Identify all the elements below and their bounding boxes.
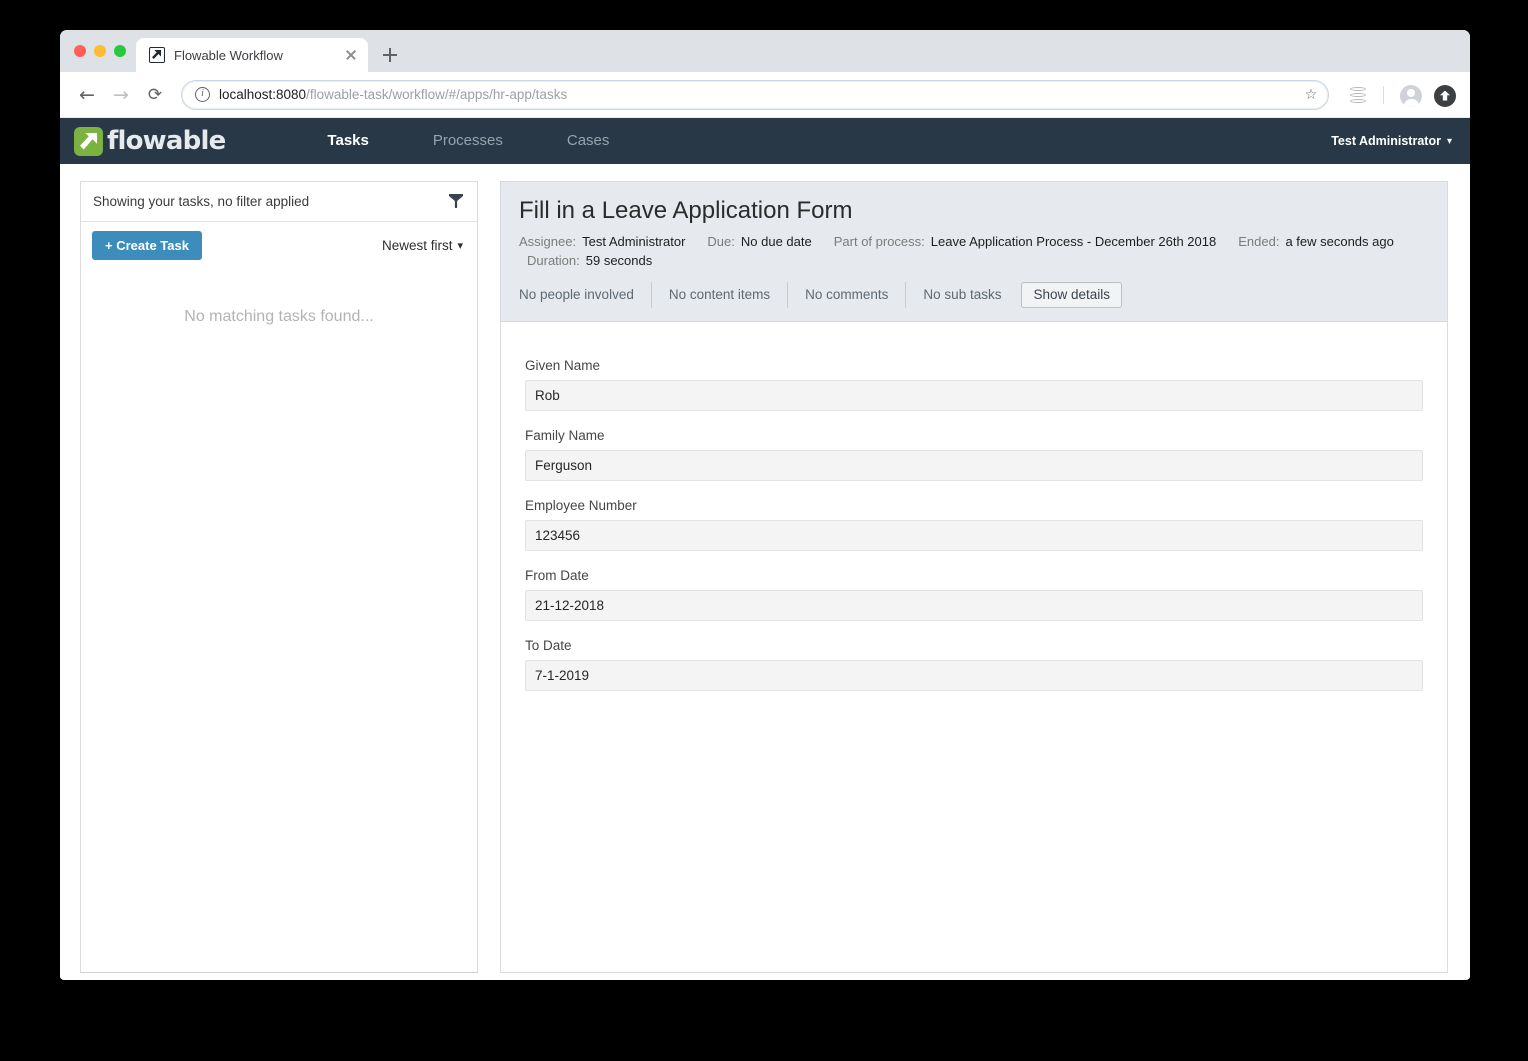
address-bar[interactable]: i localhost:8080/flowable-task/workflow/… bbox=[181, 79, 1329, 110]
url-text: localhost:8080/flowable-task/workflow/#/… bbox=[219, 87, 1300, 102]
profile-avatar-icon[interactable] bbox=[1400, 84, 1422, 107]
field-from-date: From Date bbox=[525, 568, 1423, 621]
task-detail-tabs: No people involved No content items No c… bbox=[519, 282, 1427, 308]
nav-item-tasks-label: Tasks bbox=[327, 132, 369, 149]
from-date-input[interactable] bbox=[525, 590, 1423, 621]
url-host: localhost:8080 bbox=[219, 87, 307, 102]
to-date-input[interactable] bbox=[525, 660, 1423, 691]
task-filter-bar[interactable]: Showing your tasks, no filter applied bbox=[81, 182, 477, 222]
reload-button[interactable]: ⟳ bbox=[140, 80, 170, 110]
bookmark-star-icon[interactable]: ☆ bbox=[1300, 84, 1322, 106]
funnel-icon[interactable] bbox=[449, 194, 463, 209]
maximize-window-button[interactable] bbox=[114, 45, 126, 57]
sort-dropdown-label: Newest first bbox=[381, 237, 453, 253]
browser-tab-strip: Flowable Workflow bbox=[60, 30, 1470, 72]
close-tab-icon[interactable] bbox=[342, 46, 360, 64]
task-actions-bar: + Create Task Newest first ▾ bbox=[81, 222, 477, 268]
task-filter-label: Showing your tasks, no filter applied bbox=[93, 194, 310, 209]
flowable-logo[interactable]: flowable bbox=[74, 126, 226, 156]
meta-ended: Ended: a few seconds ago bbox=[1238, 234, 1394, 249]
flowable-favicon-icon bbox=[149, 47, 165, 63]
field-from-date-label: From Date bbox=[525, 568, 589, 583]
nav-item-cases[interactable]: Cases bbox=[535, 118, 642, 164]
task-detail-panel: Fill in a Leave Application Form Assigne… bbox=[500, 181, 1448, 973]
url-path: /flowable-task/workflow/#/apps/hr-app/ta… bbox=[306, 87, 568, 102]
flowable-mark-icon bbox=[74, 126, 103, 156]
chevron-down-icon: ▾ bbox=[457, 238, 463, 252]
tab-content-items[interactable]: No content items bbox=[652, 282, 789, 308]
field-given-name: Given Name bbox=[525, 358, 1423, 411]
forward-button[interactable]: → bbox=[106, 80, 136, 110]
meta-due-value: No due date bbox=[740, 234, 812, 249]
task-detail-header: Fill in a Leave Application Form Assigne… bbox=[500, 181, 1448, 322]
meta-assignee: Assignee: Test Administrator bbox=[519, 234, 685, 249]
meta-duration: Duration: 59 seconds bbox=[519, 253, 1427, 268]
tab-people-involved[interactable]: No people involved bbox=[519, 282, 652, 308]
meta-due: Due: No due date bbox=[707, 234, 811, 249]
nav-item-processes[interactable]: Processes bbox=[401, 118, 535, 164]
meta-assignee-value: Test Administrator bbox=[582, 234, 686, 249]
field-to-date-label: To Date bbox=[525, 638, 572, 653]
update-icon[interactable] bbox=[1434, 84, 1456, 107]
task-meta: Assignee: Test Administrator Due: No due… bbox=[519, 234, 1427, 268]
task-title: Fill in a Leave Application Form bbox=[519, 197, 853, 224]
brand-name: flowable bbox=[107, 126, 226, 156]
meta-process: Part of process: Leave Application Proce… bbox=[834, 234, 1217, 249]
window-controls bbox=[72, 30, 136, 72]
nav-item-tasks[interactable]: Tasks bbox=[295, 118, 400, 173]
field-family-name-label: Family Name bbox=[525, 428, 605, 443]
app-navbar: flowable Tasks Processes Cases Test Admi… bbox=[60, 118, 1470, 173]
nav-item-processes-label: Processes bbox=[432, 132, 503, 149]
create-task-button[interactable]: + Create Task bbox=[92, 230, 202, 260]
tab-comments[interactable]: No comments bbox=[788, 282, 907, 308]
user-menu[interactable]: Test Administrator ▾ bbox=[1331, 134, 1452, 148]
new-tab-button[interactable] bbox=[376, 41, 404, 69]
field-employee-number: Employee Number bbox=[525, 498, 1423, 551]
toolbar-divider bbox=[1383, 85, 1384, 104]
close-window-button[interactable] bbox=[74, 45, 86, 57]
forward-arrow-icon: → bbox=[113, 83, 129, 106]
reload-icon: ⟳ bbox=[147, 84, 163, 105]
meta-duration-key: Duration: bbox=[527, 253, 580, 268]
field-to-date: To Date bbox=[525, 638, 1423, 691]
show-details-button[interactable]: Show details bbox=[1021, 282, 1123, 308]
main-navigation: Tasks Processes Cases bbox=[295, 118, 642, 173]
browser-tab[interactable]: Flowable Workflow bbox=[136, 38, 368, 72]
field-given-name-label: Given Name bbox=[525, 358, 601, 373]
empty-task-list-message: No matching tasks found... bbox=[184, 308, 374, 325]
nav-item-cases-label: Cases bbox=[566, 132, 610, 149]
minimize-window-button[interactable] bbox=[94, 45, 106, 57]
meta-due-key: Due: bbox=[707, 234, 735, 249]
family-name-input[interactable] bbox=[525, 450, 1423, 481]
meta-process-value: Leave Application Process - December 26t… bbox=[930, 234, 1217, 249]
meta-ended-value: a few seconds ago bbox=[1285, 234, 1394, 249]
site-info-icon[interactable]: i bbox=[195, 87, 210, 102]
browser-toolbar: ← → ⟳ i localhost:8080/flowable-task/wor… bbox=[60, 72, 1470, 118]
chevron-down-icon: ▾ bbox=[1446, 135, 1452, 147]
field-employee-number-label: Employee Number bbox=[525, 498, 637, 513]
sort-dropdown[interactable]: Newest first ▾ bbox=[382, 238, 463, 253]
meta-ended-key: Ended: bbox=[1238, 234, 1280, 249]
meta-process-key: Part of process: bbox=[833, 234, 925, 249]
database-icon[interactable] bbox=[1345, 82, 1371, 108]
user-menu-label: Test Administrator bbox=[1331, 134, 1441, 148]
given-name-input[interactable] bbox=[525, 380, 1423, 411]
browser-tab-title: Flowable Workflow bbox=[174, 47, 283, 63]
meta-duration-value: 59 seconds bbox=[585, 253, 653, 268]
back-arrow-icon: ← bbox=[79, 83, 95, 106]
tab-sub-tasks[interactable]: No sub tasks bbox=[906, 282, 1021, 308]
task-list-panel: Showing your tasks, no filter applied + … bbox=[80, 181, 478, 973]
browser-window: Flowable Workflow ← → ⟳ i localhost:8080… bbox=[60, 30, 1470, 980]
back-button[interactable]: ← bbox=[72, 80, 102, 110]
app-viewport: flowable Tasks Processes Cases Test Admi… bbox=[60, 118, 1470, 979]
field-family-name: Family Name bbox=[525, 428, 1423, 481]
employee-number-input[interactable] bbox=[525, 520, 1423, 551]
task-form: Given Name Family Name Employee Number F… bbox=[500, 322, 1448, 973]
meta-assignee-key: Assignee: bbox=[519, 234, 577, 249]
content-area: Showing your tasks, no filter applied + … bbox=[60, 164, 1470, 979]
